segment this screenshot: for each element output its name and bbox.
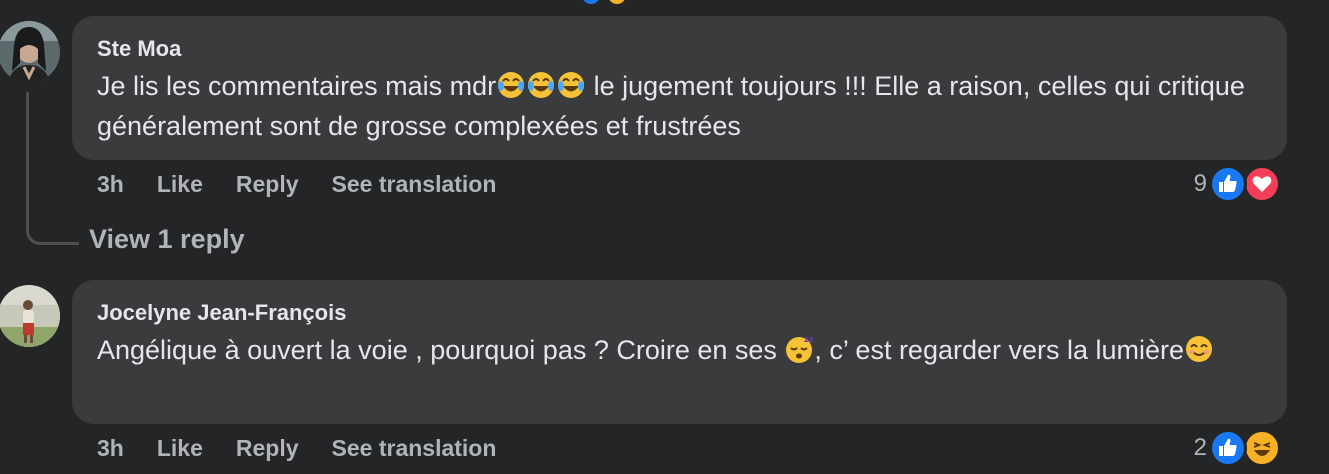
like-icon: [1209, 165, 1247, 203]
reaction-count: 2: [1193, 434, 1207, 461]
reply-button[interactable]: Reply: [236, 171, 299, 198]
partial-reaction-icons: [582, 0, 632, 4]
like-button[interactable]: Like: [157, 435, 203, 462]
see-translation-button[interactable]: See translation: [332, 435, 497, 462]
face-with-tears-of-joy-icon: [526, 70, 556, 100]
face-with-tears-of-joy-icon: [496, 70, 526, 100]
see-translation-button[interactable]: See translation: [332, 171, 497, 198]
comment-author[interactable]: Ste Moa: [97, 36, 1263, 62]
comment-text-part: , c’ est regarder vers la lumière: [814, 335, 1185, 365]
comment-bubble: Jocelyne Jean-François Angélique à ouver…: [72, 280, 1287, 424]
reply-button[interactable]: Reply: [236, 435, 299, 462]
comment-actions: 3h Like Reply See translation: [97, 435, 529, 462]
avatar[interactable]: [0, 21, 60, 83]
smiling-face-with-smiling-eyes-icon: [1184, 334, 1214, 364]
comment-text-part: Angélique à ouvert la voie , pourquoi pa…: [97, 335, 785, 365]
reaction-icons: [1209, 429, 1281, 467]
face-with-tears-of-joy-icon: [556, 70, 586, 100]
avatar[interactable]: [0, 285, 60, 347]
comment-actions: 3h Like Reply See translation: [97, 171, 529, 198]
comment-timestamp[interactable]: 3h: [97, 171, 124, 198]
comment-text: Angélique à ouvert la voie , pourquoi pa…: [97, 330, 1263, 370]
view-replies-button[interactable]: View 1 reply: [89, 224, 245, 255]
comment-timestamp[interactable]: 3h: [97, 435, 124, 462]
love-icon: [1243, 165, 1281, 203]
reaction-count: 9: [1193, 170, 1207, 197]
comment-author[interactable]: Jocelyne Jean-François: [97, 300, 1263, 326]
like-icon: [1209, 429, 1247, 467]
sleeping-face-icon: zz: [784, 334, 814, 364]
like-button[interactable]: Like: [157, 171, 203, 198]
reaction-summary[interactable]: 2: [1194, 429, 1281, 467]
like-icon: [582, 0, 600, 4]
comment-text: Je lis les commentaires mais mdr le juge…: [97, 66, 1263, 146]
svg-text:zz: zz: [804, 335, 814, 344]
haha-icon: [608, 0, 626, 4]
reaction-icons: [1209, 165, 1281, 203]
haha-icon: [1243, 429, 1281, 467]
comment-bubble: Ste Moa Je lis les commentaires mais mdr…: [72, 16, 1287, 160]
reaction-summary[interactable]: 9: [1194, 165, 1281, 203]
comment-text-part: Je lis les commentaires mais mdr: [97, 71, 497, 101]
